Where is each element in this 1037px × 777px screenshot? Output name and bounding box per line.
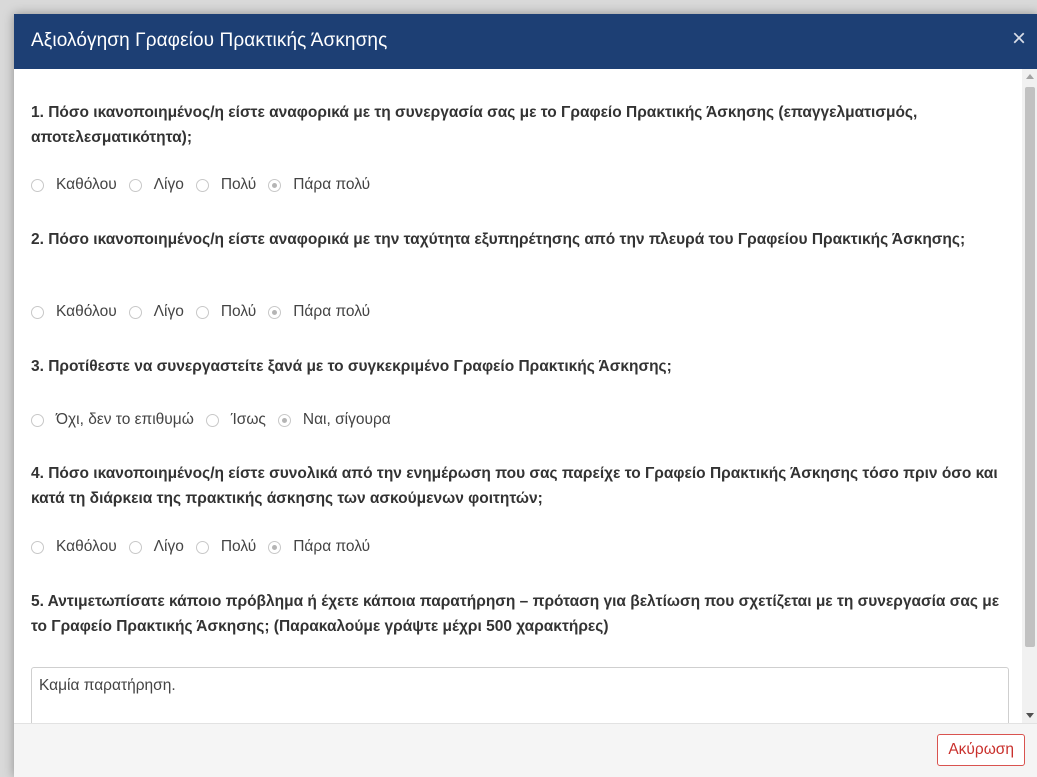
question-2-options: Καθόλου Λίγο Πολύ Πάρα πολύ: [31, 302, 382, 322]
radio-icon[interactable]: [31, 540, 44, 554]
option-label: Πάρα πολύ: [293, 303, 371, 320]
radio-checked-icon[interactable]: [268, 305, 282, 319]
q1-option-1[interactable]: Λίγο: [128, 176, 184, 194]
q1-option-3[interactable]: Πάρα πολύ: [268, 176, 370, 194]
question-4-options: Καθόλου Λίγο Πολύ Πάρα πολύ: [31, 537, 382, 557]
option-label: Λίγο: [153, 176, 184, 193]
question-5-text: 5. Αντιμετωπίσατε κάποιο πρόβλημα ή έχετ…: [31, 593, 1000, 635]
radio-checked-icon[interactable]: [268, 540, 282, 554]
option-label: Ναι, σίγουρα: [302, 411, 391, 428]
q1-option-2[interactable]: Πολύ: [195, 176, 257, 194]
q1-option-0[interactable]: Καθόλου: [31, 176, 117, 194]
scrollbar[interactable]: [1022, 69, 1037, 723]
close-icon[interactable]: ×: [1012, 27, 1026, 51]
evaluation-dialog: Αξιολόγηση Γραφείου Πρακτικής Άσκησης × …: [14, 14, 1037, 777]
scroll-up-icon[interactable]: [1026, 74, 1034, 79]
q3-option-0[interactable]: Όχι, δεν το επιθυμώ: [31, 411, 194, 429]
option-label: Καθόλου: [56, 303, 117, 320]
q4-option-2[interactable]: Πολύ: [195, 538, 257, 556]
option-label: Λίγο: [153, 303, 184, 320]
option-label: Καθόλου: [56, 176, 117, 193]
q2-option-3[interactable]: Πάρα πολύ: [268, 303, 370, 321]
q4-option-0[interactable]: Καθόλου: [31, 538, 117, 556]
option-label: Πολύ: [220, 538, 257, 555]
comment-textarea[interactable]: Καμία παρατήρηση.: [31, 667, 1009, 723]
q2-option-2[interactable]: Πολύ: [195, 303, 257, 321]
cancel-button[interactable]: Ακύρωση: [937, 734, 1025, 766]
option-label: Όχι, δεν το επιθυμώ: [56, 411, 194, 428]
question-3-text: 3. Προτίθεστε να συνεργαστείτε ξανά με τ…: [31, 358, 672, 375]
radio-icon[interactable]: [195, 540, 209, 554]
radio-icon[interactable]: [205, 413, 219, 427]
radio-icon[interactable]: [128, 178, 142, 192]
q3-option-1[interactable]: Ίσως: [205, 411, 266, 429]
radio-icon[interactable]: [31, 305, 44, 319]
q4-option-1[interactable]: Λίγο: [128, 538, 184, 556]
radio-icon[interactable]: [195, 305, 209, 319]
dialog-footer: Ακύρωση: [14, 723, 1037, 777]
q2-option-0[interactable]: Καθόλου: [31, 303, 117, 321]
radio-icon[interactable]: [31, 178, 44, 192]
dialog-title: Αξιολόγηση Γραφείου Πρακτικής Άσκησης: [31, 30, 388, 51]
radio-checked-icon[interactable]: [277, 413, 291, 427]
q3-option-2[interactable]: Ναι, σίγουρα: [277, 411, 391, 429]
question-2-text: 2. Πόσο ικανοποιημένος/η είστε αναφορικά…: [31, 231, 966, 248]
question-4-text: 4. Πόσο ικανοποιημένος/η είστε συνολικά …: [31, 465, 998, 507]
scroll-down-icon[interactable]: [1026, 713, 1034, 718]
option-label: Πολύ: [220, 303, 257, 320]
question-1-options: Καθόλου Λίγο Πολύ Πάρα πολύ: [31, 175, 382, 195]
option-label: Ίσως: [230, 411, 266, 428]
radio-checked-icon[interactable]: [268, 178, 282, 192]
option-label: Πολύ: [220, 176, 257, 193]
dialog-header: Αξιολόγηση Γραφείου Πρακτικής Άσκησης ×: [14, 14, 1037, 69]
option-label: Πάρα πολύ: [293, 538, 371, 555]
dialog-body: 1. Πόσο ικανοποιημένος/η είστε αναφορικά…: [14, 69, 1022, 723]
radio-icon[interactable]: [31, 413, 44, 427]
radio-icon[interactable]: [195, 178, 209, 192]
q4-option-3[interactable]: Πάρα πολύ: [268, 538, 370, 556]
q2-option-1[interactable]: Λίγο: [128, 303, 184, 321]
option-label: Λίγο: [153, 538, 184, 555]
question-1-text: 1. Πόσο ικανοποιημένος/η είστε αναφορικά…: [31, 104, 918, 146]
scrollbar-thumb[interactable]: [1025, 87, 1035, 647]
radio-icon[interactable]: [128, 540, 142, 554]
option-label: Καθόλου: [56, 538, 117, 555]
radio-icon[interactable]: [128, 305, 142, 319]
option-label: Πάρα πολύ: [293, 176, 371, 193]
question-3-options: Όχι, δεν το επιθυμώ Ίσως Ναι, σίγουρα: [31, 410, 403, 430]
